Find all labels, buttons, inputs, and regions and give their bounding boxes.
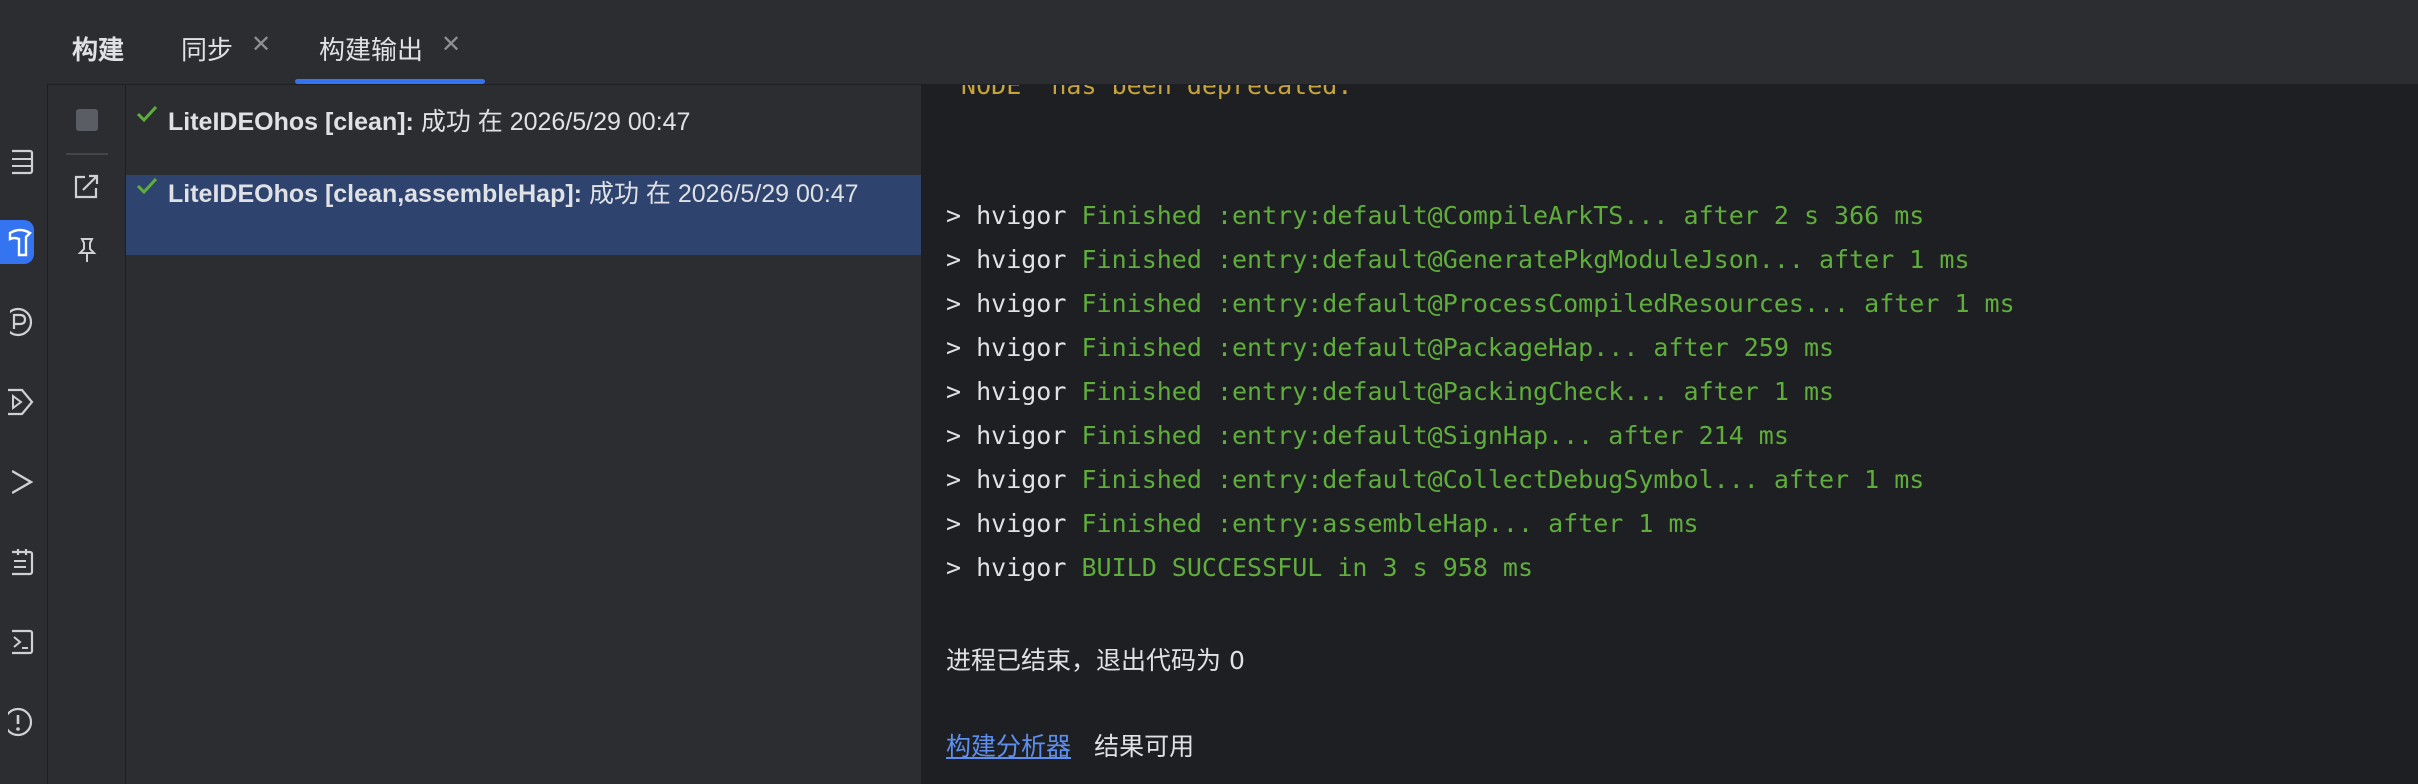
console-prompt: > hvigor xyxy=(946,465,1067,494)
build-tree-row[interactable]: LiteIDEOhos [clean,assembleHap]: 成功 在 20… xyxy=(126,175,921,255)
build-project-name: LiteIDEOhos [clean,assembleHap]: xyxy=(168,180,583,208)
open-external-icon[interactable] xyxy=(72,171,102,201)
console-text: Finished :entry:default@GeneratePkgModul… xyxy=(1081,245,1970,274)
tool-window-header: 构建 同步 ✕ 构建输出 ✕ xyxy=(47,0,2418,85)
console-line: > hvigor Finished :entry:default@Compile… xyxy=(946,201,1924,230)
activity-bar xyxy=(0,0,48,784)
console-text: BUILD SUCCESSFUL in 3 s 958 ms xyxy=(1081,553,1534,582)
pin-icon[interactable] xyxy=(72,235,102,265)
console-prompt: > hvigor xyxy=(946,289,1067,318)
terminal-icon[interactable] xyxy=(0,620,34,664)
success-check-icon xyxy=(134,173,160,206)
problems-icon[interactable] xyxy=(0,700,34,744)
analyzer-suffix: 结果可用 xyxy=(1094,732,1195,761)
exit-message: 进程已结束，退出代码为 0 xyxy=(946,646,1245,675)
console-text: Finished :entry:default@PackageHap... af… xyxy=(1081,333,1835,362)
console-text: Finished :entry:assembleHap... after 1 m… xyxy=(1081,509,1699,538)
console-line: > hvigor Finished :entry:assembleHap... … xyxy=(946,509,1699,538)
console-text: Finished :entry:default@CollectDebugSymb… xyxy=(1081,465,1925,494)
tab-sync[interactable]: 同步 ✕ xyxy=(181,30,271,84)
console-prompt: > hvigor xyxy=(946,201,1067,230)
build-tree-row-label: LiteIDEOhos [clean,assembleHap]: 成功 在 20… xyxy=(168,174,859,210)
console-prompt: > hvigor xyxy=(946,509,1067,538)
build-toolbar xyxy=(48,85,126,784)
run-tag-icon[interactable] xyxy=(0,380,34,424)
console-prompt: > hvigor xyxy=(946,333,1067,362)
task-icon[interactable] xyxy=(0,540,34,584)
console-prompt: > hvigor xyxy=(946,421,1067,450)
console-warning-line: `NODE` has been deprecated. xyxy=(946,85,1353,100)
console-line: > hvigor Finished :entry:default@Generat… xyxy=(946,245,1970,274)
console-line: > hvigor Finished :entry:default@Process… xyxy=(946,289,2015,318)
build-icon[interactable] xyxy=(0,220,34,264)
analyzer-line: 构建分析器 结果可用 xyxy=(946,727,1194,763)
close-icon[interactable]: ✕ xyxy=(441,30,461,59)
stop-icon[interactable] xyxy=(72,105,102,135)
console-line: > hvigor Finished :entry:default@SignHap… xyxy=(946,421,1789,450)
console-text: Finished :entry:default@ProcessCompiledR… xyxy=(1081,289,2015,318)
console-line: > hvigor BUILD SUCCESSFUL in 3 s 958 ms xyxy=(946,553,1533,582)
tab-build-output[interactable]: 构建输出 ✕ xyxy=(294,30,486,84)
console-text: Finished :entry:default@PackingCheck... … xyxy=(1081,377,1835,406)
console-text: Finished :entry:default@CompileArkTS... … xyxy=(1081,201,1925,230)
console-prompt: > hvigor xyxy=(946,553,1067,582)
profiler-icon[interactable] xyxy=(0,300,34,344)
build-project-name: LiteIDEOhos [clean]: xyxy=(168,108,414,136)
console-prompt: > hvigor xyxy=(946,245,1067,274)
play-icon[interactable] xyxy=(0,460,34,504)
build-status: 成功 在 2026/5/29 00:47 xyxy=(588,180,859,208)
build-tree-row[interactable]: LiteIDEOhos [clean]: 成功 在 2026/5/29 00:4… xyxy=(126,85,921,165)
console-line: > hvigor Finished :entry:default@Package… xyxy=(946,333,1834,362)
tool-window-title: 构建 xyxy=(72,35,125,65)
close-icon[interactable]: ✕ xyxy=(251,30,271,59)
build-tree: LiteIDEOhos [clean]: 成功 在 2026/5/29 00:4… xyxy=(126,85,922,784)
build-console[interactable]: `NODE` has been deprecated. > hvigor Fin… xyxy=(922,85,2418,784)
build-status: 成功 在 2026/5/29 00:47 xyxy=(420,108,691,136)
success-check-icon xyxy=(134,101,160,134)
console-line: > hvigor Finished :entry:default@Packing… xyxy=(946,377,1834,406)
toolbar-divider xyxy=(66,153,108,155)
console-line: > hvigor Finished :entry:default@Collect… xyxy=(946,465,1924,494)
console-text: Finished :entry:default@SignHap... after… xyxy=(1081,421,1789,450)
console-prompt: > hvigor xyxy=(946,377,1067,406)
table-icon[interactable] xyxy=(0,140,34,184)
tab-sync-label: 同步 xyxy=(181,35,234,65)
tab-build-output-label: 构建输出 xyxy=(319,35,424,65)
build-tree-row-label: LiteIDEOhos [clean]: 成功 在 2026/5/29 00:4… xyxy=(168,102,690,138)
build-analyzer-link[interactable]: 构建分析器 xyxy=(946,732,1071,761)
